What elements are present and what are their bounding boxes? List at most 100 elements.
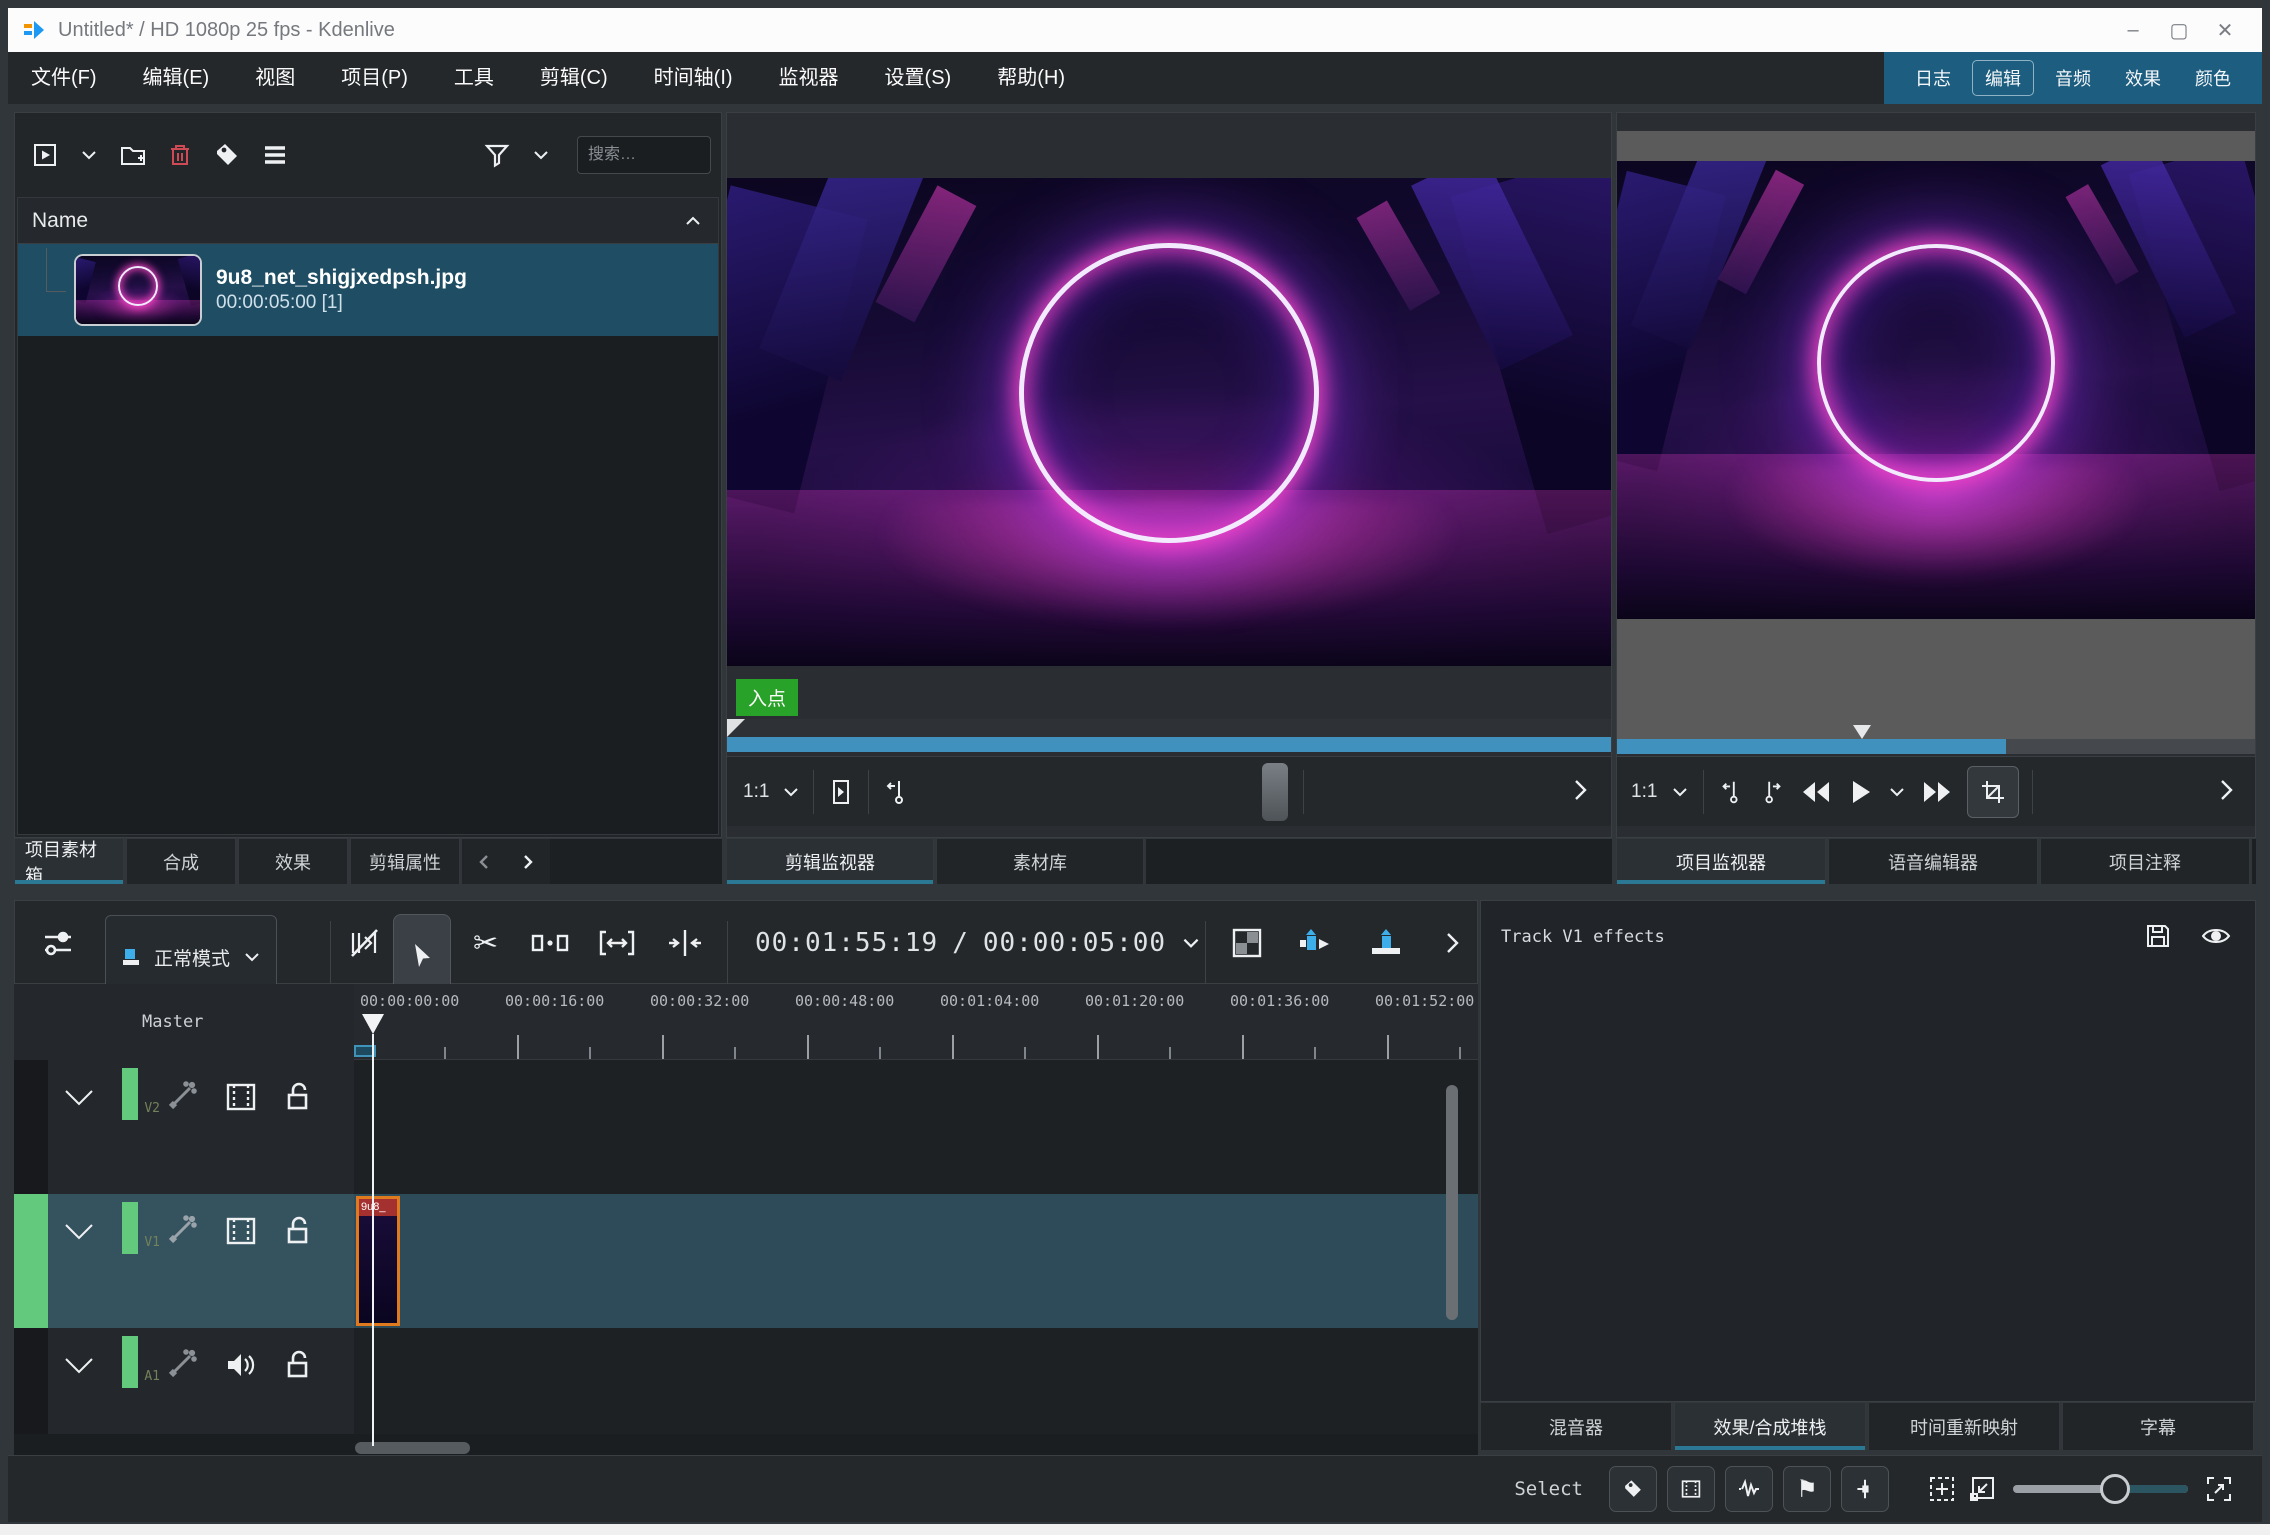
fast-forward-button[interactable] (1920, 779, 1954, 805)
tab-audio-mixer[interactable]: 混音器 (1480, 1402, 1672, 1450)
zoom-out-button[interactable] (1967, 1474, 1997, 1504)
timeline-timecode[interactable]: 00:01:55:19 / 00:00:05:00 (755, 901, 1202, 985)
menu-clip[interactable]: 剪辑(C) (517, 52, 631, 104)
mixed-audio-video-icon[interactable] (1230, 901, 1264, 985)
tabs-scroll-right-icon[interactable] (506, 838, 550, 884)
track-a1-header[interactable]: A1 (14, 1328, 354, 1434)
tab-project-notes[interactable]: 项目注释 (2040, 838, 2250, 884)
track-target-strip[interactable] (14, 1194, 48, 1328)
minimize-button[interactable]: – (2110, 19, 2156, 42)
project-monitor-overflow-icon[interactable] (2213, 777, 2239, 803)
show-audio-thumbnails-toggle[interactable] (1725, 1466, 1773, 1512)
overwrite-zone-button[interactable] (1367, 901, 1405, 985)
track-v1-content[interactable]: 9u8_ (354, 1194, 1478, 1328)
track-effects-wand-icon[interactable] (164, 1214, 198, 1248)
show-effects-eye-icon[interactable] (2201, 923, 2231, 949)
workspace-color[interactable]: 颜色 (2182, 60, 2244, 96)
bin-search-input[interactable] (577, 136, 711, 174)
tab-effects[interactable]: 效果 (238, 838, 348, 884)
menu-project[interactable]: 项目(P) (318, 52, 431, 104)
show-tags-toggle[interactable] (1609, 1466, 1657, 1512)
snap-toggle[interactable] (1841, 1466, 1889, 1512)
track-a1-content[interactable] (354, 1328, 1478, 1434)
timeline-zoom-slider[interactable] (2013, 1466, 2188, 1512)
timecode-dropdown-icon[interactable] (1180, 932, 1202, 954)
rewind-button[interactable] (1799, 779, 1833, 805)
tab-speech-editor[interactable]: 语音编辑器 (1828, 838, 2038, 884)
filter-dropdown-icon[interactable] (531, 145, 551, 165)
tab-library[interactable]: 素材库 (936, 838, 1144, 884)
track-target-strip[interactable] (14, 1328, 48, 1434)
tab-effect-stack[interactable]: 效果/合成堆栈 (1674, 1402, 1866, 1450)
clip-in-timeline-button[interactable] (826, 777, 856, 807)
timeline-clip[interactable]: 9u8_ (356, 1196, 400, 1326)
track-v2-content[interactable] (354, 1060, 1478, 1194)
tab-time-remap[interactable]: 时间重新映射 (1868, 1402, 2060, 1450)
track-name-bar[interactable]: V2 (122, 1068, 160, 1120)
timeline-settings-icon[interactable] (41, 901, 77, 985)
master-track-label[interactable]: Master (142, 1012, 203, 1032)
bin-column-header[interactable]: Name (18, 198, 718, 244)
maximize-button[interactable]: ▢ (2156, 18, 2202, 43)
workspace-logging[interactable]: 日志 (1902, 60, 1964, 96)
timeline-vertical-scrollbar[interactable] (1446, 1085, 1458, 1320)
project-monitor-video[interactable] (1617, 161, 2255, 619)
set-in-point-button[interactable] (881, 777, 911, 807)
timeline-ruler[interactable]: 00:00:00:00 00:00:16:00 00:00:32:00 00:0… (354, 984, 1478, 1060)
tab-subtitles[interactable]: 字幕 (2062, 1402, 2254, 1450)
audio-track-speaker-icon[interactable] (224, 1350, 258, 1380)
filter-button[interactable] (483, 141, 511, 169)
zoom-slider-handle[interactable] (2099, 1474, 2130, 1504)
workspace-editing[interactable]: 编辑 (1972, 60, 2034, 96)
playhead-line[interactable] (372, 1034, 374, 1446)
video-track-icon[interactable] (224, 1082, 258, 1112)
zone-mode-button[interactable] (1967, 766, 2020, 818)
add-clip-dropdown-icon[interactable] (79, 145, 99, 165)
tab-compositions[interactable]: 合成 (126, 838, 236, 884)
clip-monitor-playhead-icon[interactable] (727, 719, 745, 737)
clip-monitor-zoom-level[interactable]: 1:1 (743, 781, 769, 803)
clip-monitor-video[interactable] (727, 178, 1611, 666)
set-out-point-button[interactable] (1758, 778, 1786, 806)
track-effects-wand-icon[interactable] (164, 1348, 198, 1382)
mix-clips-icon[interactable] (347, 901, 383, 985)
track-target-strip[interactable] (14, 1060, 48, 1194)
ripple-tool-button[interactable] (665, 901, 705, 985)
resize-item-tool-button[interactable] (597, 901, 637, 985)
tab-clip-properties[interactable]: 剪辑属性 (350, 838, 460, 884)
track-name-bar[interactable]: V1 (122, 1202, 160, 1254)
workspace-audio[interactable]: 音频 (2042, 60, 2104, 96)
insert-zone-button[interactable] (1297, 901, 1335, 985)
project-monitor-playhead-icon[interactable] (1853, 725, 1872, 739)
tabs-scroll-left-icon[interactable] (462, 838, 506, 884)
add-clip-button[interactable] (31, 141, 59, 169)
set-in-point-button[interactable] (1717, 778, 1745, 806)
track-name-bar[interactable]: A1 (122, 1336, 160, 1388)
bin-clip-row[interactable]: 9u8_net_shigjxedpsh.jpg 00:00:05:00 [1] (18, 244, 718, 336)
video-track-icon[interactable] (224, 1216, 258, 1246)
show-markers-toggle[interactable]: ⚑ (1783, 1466, 1831, 1512)
razor-tool-button[interactable]: ✂ (473, 901, 498, 985)
play-button[interactable] (1846, 778, 1874, 806)
zoom-dropdown-icon[interactable] (1670, 782, 1690, 802)
tab-clip-monitor[interactable]: 剪辑监视器 (726, 838, 934, 884)
fit-zoom-button[interactable] (1927, 1474, 1957, 1504)
menu-settings[interactable]: 设置(S) (862, 52, 975, 104)
menu-help[interactable]: 帮助(H) (974, 52, 1088, 104)
menu-file[interactable]: 文件(F) (8, 52, 120, 104)
show-video-thumbnails-toggle[interactable] (1667, 1466, 1715, 1512)
playhead-handle[interactable] (362, 1014, 384, 1034)
lock-track-icon[interactable] (284, 1349, 314, 1381)
audio-volume-handle[interactable] (1262, 763, 1288, 821)
delete-button[interactable] (167, 141, 193, 169)
menu-edit[interactable]: 编辑(E) (120, 52, 233, 104)
create-folder-button[interactable] (119, 141, 147, 169)
bin-menu-button[interactable] (261, 141, 289, 169)
tab-project-monitor[interactable]: 项目监视器 (1616, 838, 1826, 884)
menu-monitor[interactable]: 监视器 (756, 52, 862, 104)
play-dropdown-icon[interactable] (1887, 782, 1907, 802)
track-v2-header[interactable]: V2 (14, 1060, 354, 1194)
tag-button[interactable] (213, 141, 241, 169)
menu-tools[interactable]: 工具 (431, 52, 517, 104)
menu-timeline[interactable]: 时间轴(I) (631, 52, 756, 104)
